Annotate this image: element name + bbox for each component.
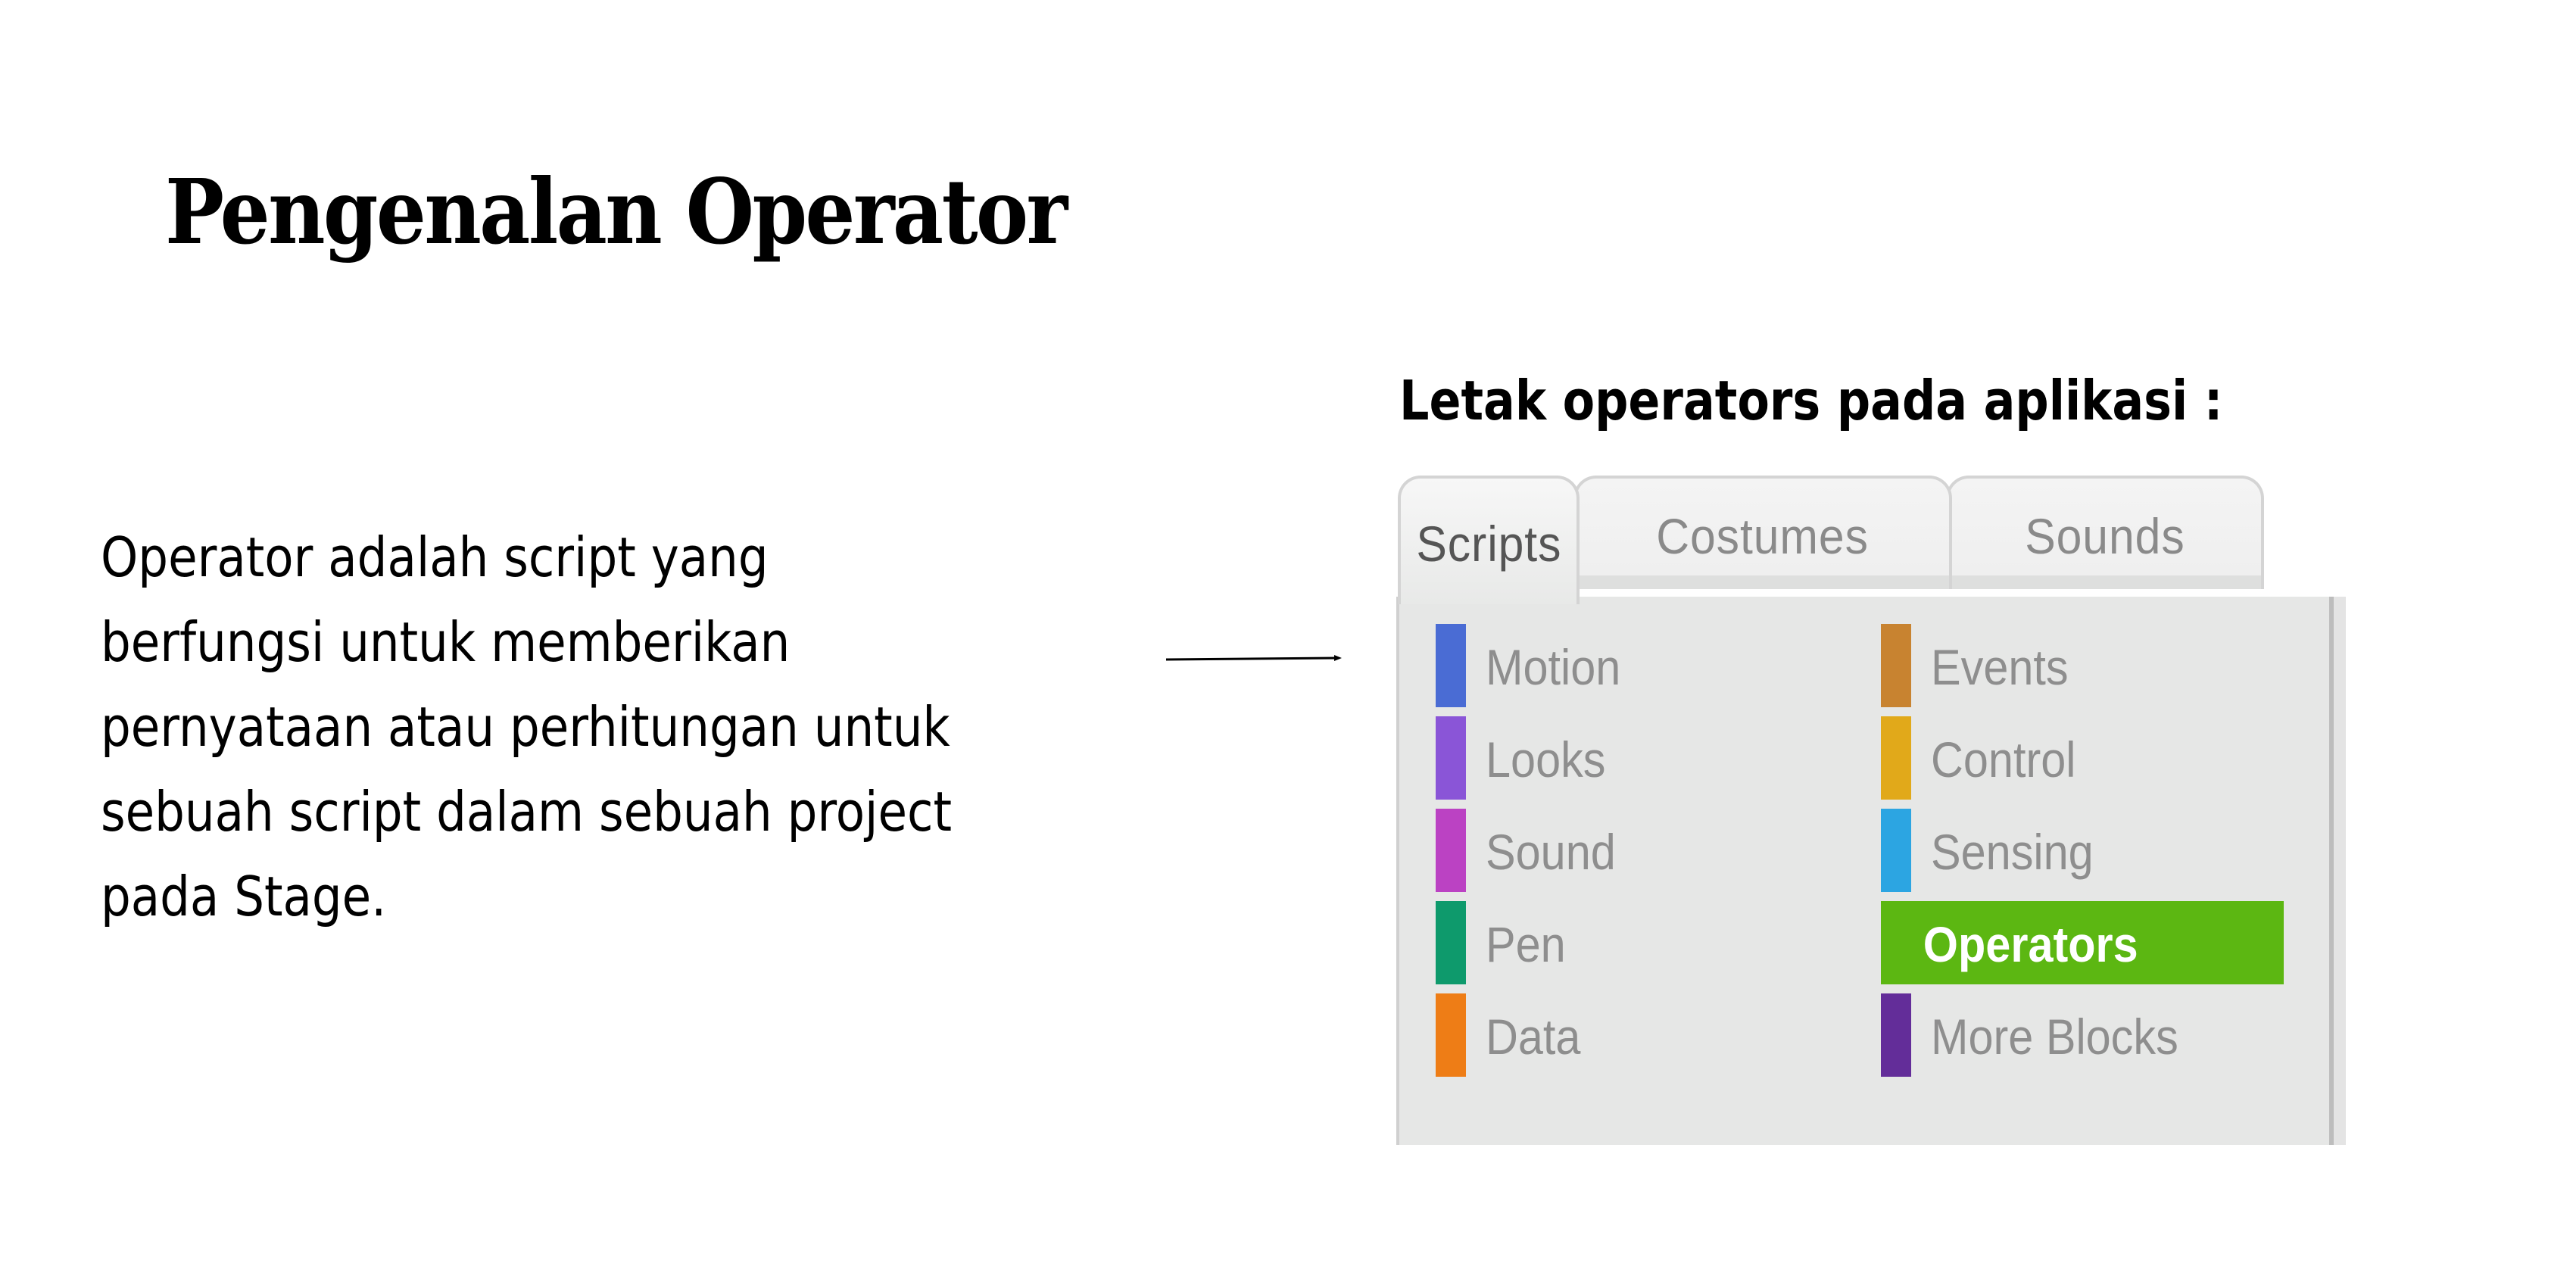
body-line: Operator adalah script yang (101, 525, 769, 589)
scrollbar[interactable] (2329, 597, 2346, 1145)
category-label: Control (1931, 731, 2076, 787)
tab-label: Scripts (1415, 516, 1562, 572)
category-color-swatch (1881, 716, 1911, 800)
tab-costumes[interactable]: Costumes (1573, 476, 1952, 589)
category-sensing[interactable]: Sensing (1881, 809, 2112, 892)
category-color-swatch (1436, 624, 1466, 707)
scratch-blocks-panel: Sounds Costumes Scripts Motion Looks Sound… (1396, 471, 2346, 1145)
category-label: Motion (1486, 639, 1621, 695)
pointer-arrow-icon (1166, 655, 1342, 661)
block-category-palette: Motion Looks Sound Pen Data Events Control Sens… (1396, 597, 2346, 1145)
category-control[interactable]: Control (1881, 716, 2092, 800)
tab-sounds[interactable]: Sounds (1946, 476, 2264, 589)
category-sound[interactable]: Sound (1436, 809, 1630, 892)
category-label: Operators (1923, 916, 2138, 972)
body-line: berfungsi untuk memberikan (101, 610, 791, 674)
category-label: Events (1931, 639, 2069, 695)
category-color-swatch (1436, 809, 1466, 892)
category-label: Sensing (1931, 824, 2094, 880)
slide-title: Pengenalan Operator (165, 159, 1068, 264)
body-line: sebuah script dalam sebuah project (101, 780, 953, 844)
tab-label: Costumes (1656, 508, 1870, 564)
category-label: Pen (1486, 916, 1566, 972)
body-line: pada Stage. (101, 865, 387, 928)
category-label: Data (1486, 1009, 1581, 1065)
category-label: More Blocks (1931, 1009, 2178, 1065)
category-color-swatch (1436, 901, 1466, 984)
category-label: Looks (1486, 731, 1606, 787)
category-label: Sound (1486, 824, 1616, 880)
category-color-swatch (1881, 809, 1911, 892)
category-color-swatch (1436, 716, 1466, 800)
category-color-swatch (1436, 993, 1466, 1077)
category-list: Motion Looks Sound Pen Data Events Control Sens… (1399, 597, 2346, 1145)
category-pen[interactable]: Pen (1436, 901, 1574, 984)
category-events[interactable]: Events (1881, 624, 2084, 707)
tab-bar: Sounds Costumes Scripts (1396, 471, 2346, 604)
tab-label: Sounds (2025, 508, 2185, 564)
category-color-swatch (1881, 624, 1911, 707)
body-paragraph: Operator adalah script yang berfungsi un… (101, 515, 1062, 939)
body-line: pernyataan atau perhitungan untuk (101, 695, 950, 759)
category-looks[interactable]: Looks (1436, 716, 1619, 800)
category-color-swatch (1881, 993, 1911, 1077)
tab-scripts[interactable]: Scripts (1398, 476, 1580, 604)
category-motion[interactable]: Motion (1436, 624, 1636, 707)
category-data[interactable]: Data (1436, 993, 1591, 1077)
category-more-blocks[interactable]: More Blocks (1881, 993, 2206, 1077)
category-operators[interactable]: Operators (1881, 901, 2284, 984)
subheading: Letak operators pada aplikasi : (1399, 369, 2223, 432)
